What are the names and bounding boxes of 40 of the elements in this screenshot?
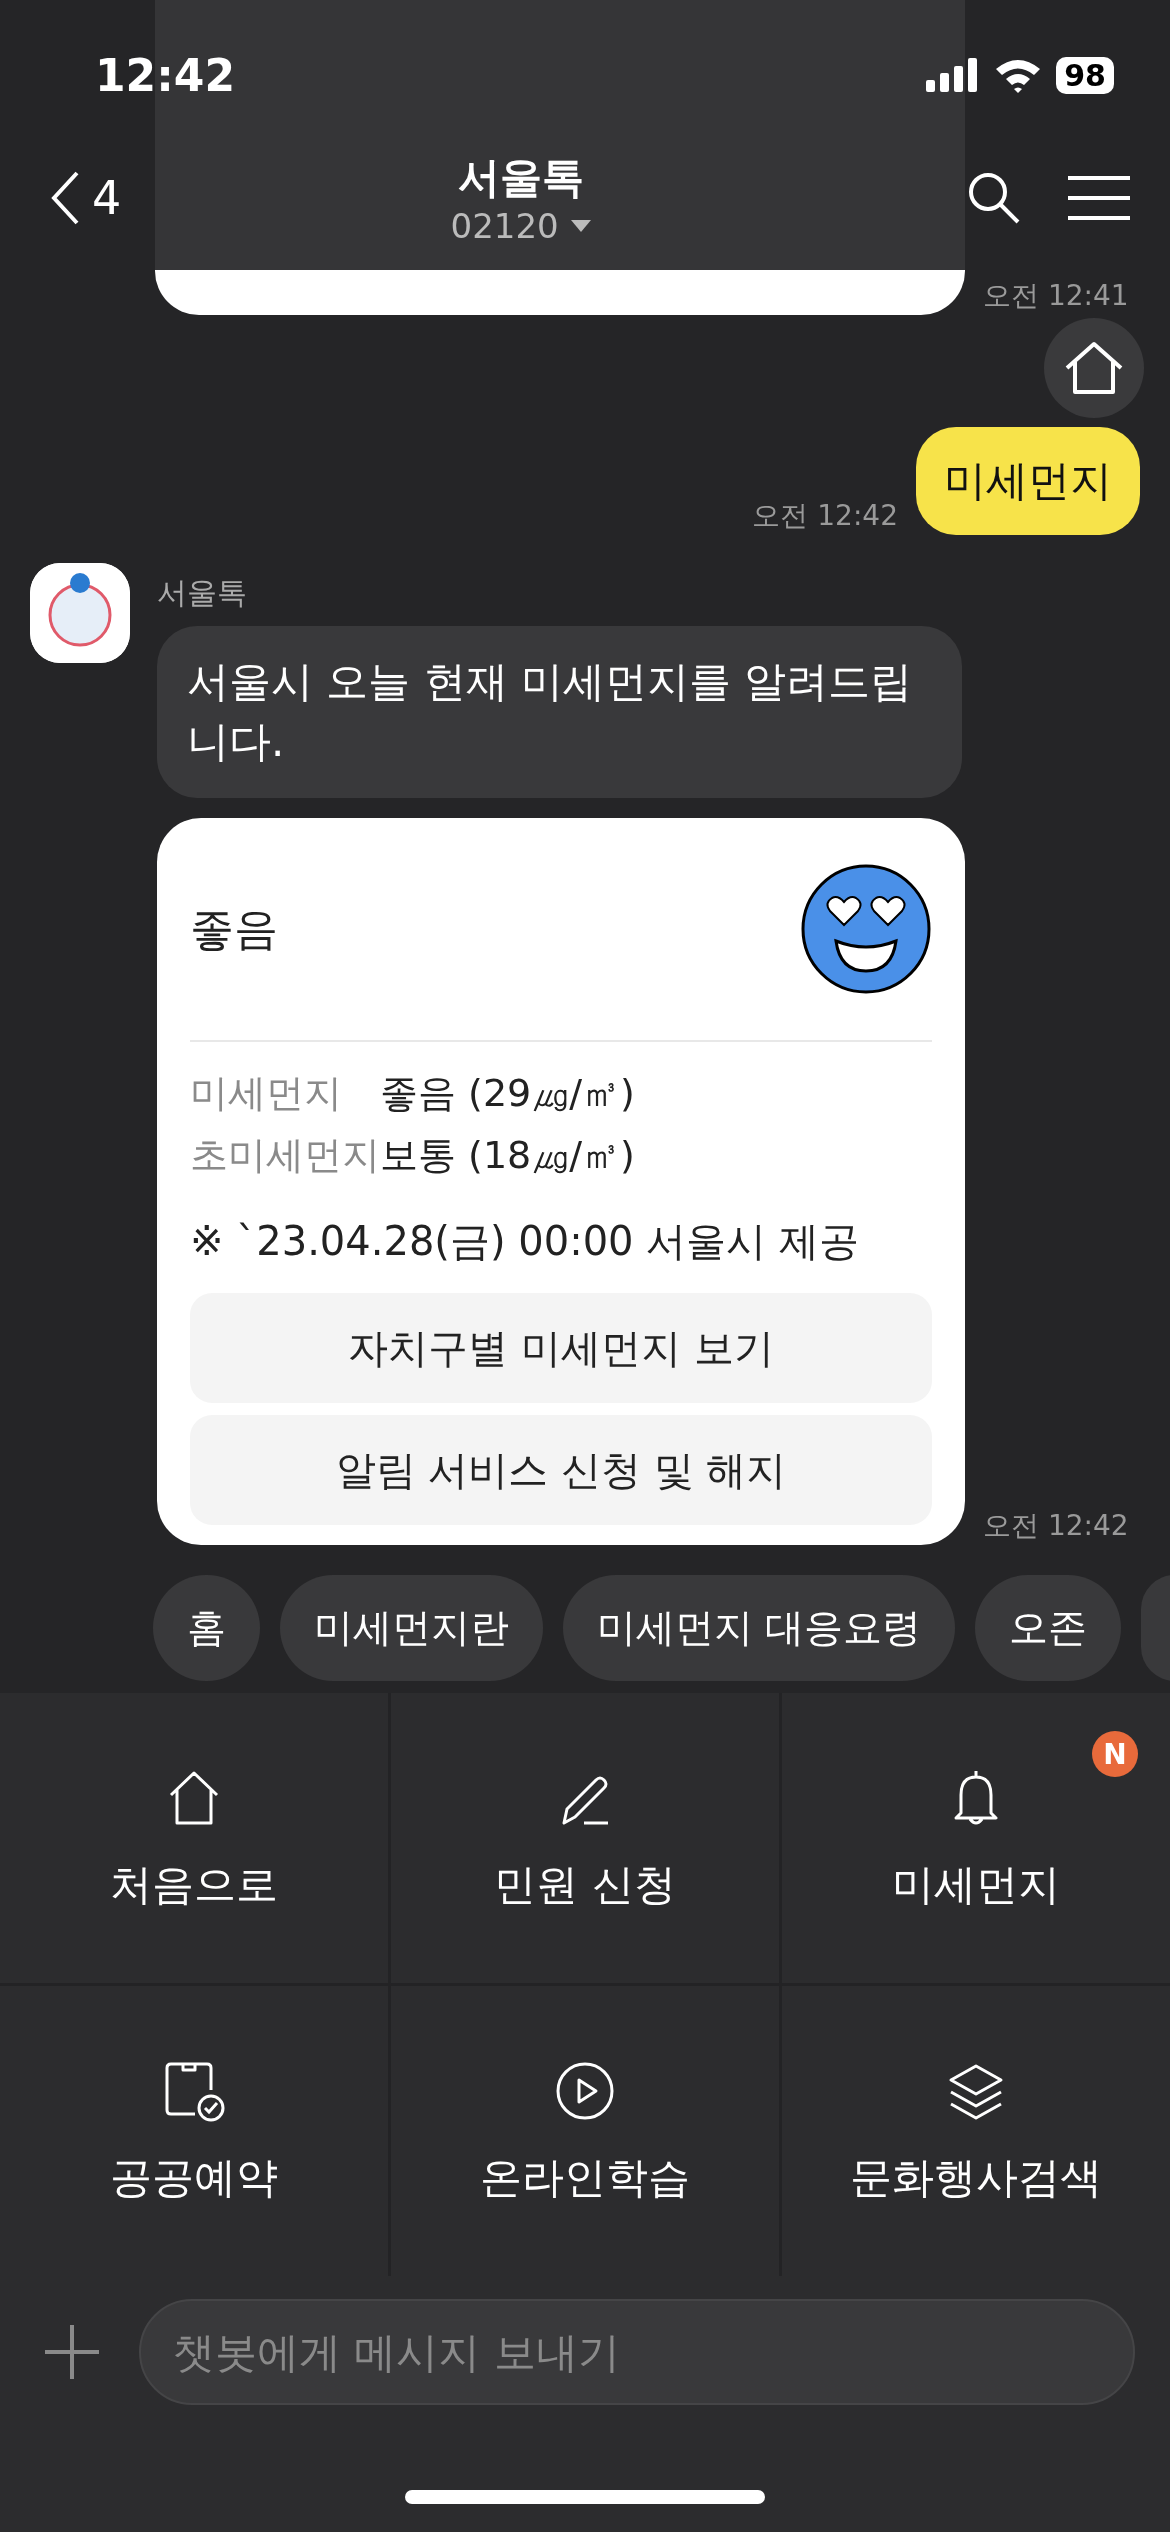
menu-tile[interactable]: 민원 신청 [391, 1693, 779, 1983]
card-button[interactable]: 자치구별 미세먼지 보기 [190, 1293, 932, 1403]
source-note: ※ `23.04.28(금) 00:00 서울시 제공 [190, 1217, 860, 1266]
heart-eyes-face-icon [800, 863, 932, 995]
quick-reply-chip[interactable]: 오존 [975, 1575, 1122, 1681]
air-status: 좋음 [190, 901, 278, 956]
wifi-icon [994, 57, 1043, 93]
message-time: 오전 12:42 [752, 498, 898, 534]
home-icon [1063, 340, 1125, 396]
quick-reply-chip[interactable]: 미세먼지 대응요령 [563, 1575, 956, 1681]
subtitle-dropdown[interactable]: 02120 [450, 206, 591, 246]
plus-icon[interactable] [45, 2325, 99, 2379]
menu-tile[interactable]: 미세먼지 N [782, 1693, 1170, 1983]
user-message: 미세먼지 [916, 427, 1140, 535]
avatar-icon [30, 563, 130, 663]
new-badge: N [1092, 1731, 1138, 1777]
back-icon [50, 170, 80, 226]
back-button[interactable]: 4 [50, 170, 122, 226]
search-button[interactable] [966, 170, 1022, 226]
row-value: 좋음 (29㎍/㎥) [380, 1070, 635, 1117]
row-value: 보통 (18㎍/㎥) [380, 1132, 635, 1179]
bot-message: 서울시 오늘 현재 미세먼지를 알려드립니다. [157, 626, 962, 798]
message-input-field[interactable]: 챗봇에게 메시지 보내기 [139, 2299, 1135, 2405]
caret-icon [570, 220, 591, 232]
chat-title: 서울톡 [457, 152, 584, 204]
battery-level: 98 [1056, 56, 1114, 94]
quick-reply-chip[interactable]: 홈 [153, 1575, 260, 1681]
quick-reply-chip[interactable]: 미세먼지란 [280, 1575, 543, 1681]
message-time: 오전 12:42 [983, 1508, 1129, 1544]
menu-tile[interactable]: 처음으로 [0, 1693, 388, 1983]
menu-button[interactable] [1068, 175, 1130, 221]
menu-tile[interactable]: 온라인학습 [391, 1986, 779, 2276]
menu-tile[interactable]: 공공예약 [0, 1986, 388, 2276]
card-button[interactable]: 알림 서비스 신청 및 해지 [190, 1415, 932, 1525]
row-label: 초미세먼지 [190, 1132, 380, 1179]
sender-name: 서울톡 [157, 574, 248, 612]
message-time: 오전 12:41 [983, 278, 1129, 314]
row-label: 미세먼지 [190, 1070, 343, 1117]
menu-tile[interactable]: 문화행사검색 [782, 1986, 1170, 2276]
status-time: 12:42 [95, 49, 236, 101]
